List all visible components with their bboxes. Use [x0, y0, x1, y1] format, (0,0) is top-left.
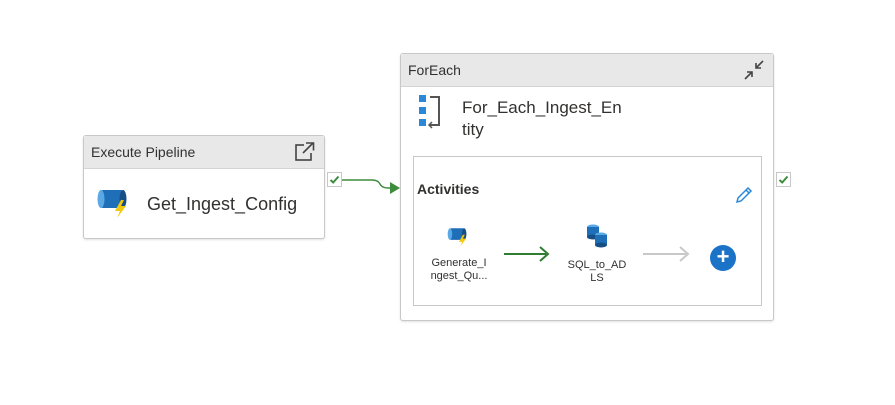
- success-connector: [342, 179, 398, 189]
- pipeline-canvas[interactable]: Execute Pipeline Get_Ingest_Config ForEa…: [0, 0, 895, 405]
- plus-icon: +: [716, 244, 730, 269]
- activity-name: For_Each_Ingest_Entity: [462, 98, 622, 139]
- foreach-icon: [417, 93, 443, 134]
- activity-header: Execute Pipeline: [84, 136, 324, 169]
- open-external-icon[interactable]: [294, 141, 316, 163]
- success-output-handle[interactable]: [327, 172, 342, 187]
- add-activity-button[interactable]: +: [710, 245, 736, 271]
- inner-activity-generate-ingest[interactable]: Generate_I ngest_Qu...: [423, 225, 495, 283]
- execute-pipeline-activity[interactable]: Execute Pipeline Get_Ingest_Config: [83, 135, 325, 239]
- activity-type-label: Execute Pipeline: [91, 144, 196, 160]
- activity-body: Get_Ingest_Config: [84, 169, 324, 239]
- foreach-title-row: For_Each_Ingest_Entity: [401, 87, 773, 147]
- activity-name: Get_Ingest_Config: [147, 193, 298, 214]
- activities-container[interactable]: Activities Generate_I ngest_Qu... SQL_to…: [413, 156, 762, 306]
- execute-pipeline-icon: [97, 185, 133, 224]
- inner-activity-label: SQL_to_AD LS: [561, 259, 633, 285]
- activity-header: ForEach: [401, 54, 773, 87]
- copy-data-icon: [561, 223, 633, 253]
- success-arrowhead: [390, 182, 400, 194]
- collapse-icon[interactable]: [743, 59, 765, 81]
- label-line-1: SQL_to_AD: [567, 259, 627, 271]
- inner-activity-sql-to-adls[interactable]: SQL_to_AD LS: [561, 223, 633, 285]
- execute-pipeline-icon: [423, 225, 495, 251]
- foreach-activity[interactable]: ForEach For_Each_Ingest_Entity Activitie…: [400, 53, 774, 321]
- label-line-1: Generate_I: [431, 257, 487, 269]
- activity-type-label: ForEach: [408, 62, 461, 78]
- inner-activity-label: Generate_I ngest_Qu...: [423, 257, 495, 283]
- label-line-2: LS: [590, 272, 604, 284]
- label-line-2: ngest_Qu...: [430, 270, 488, 282]
- success-output-handle[interactable]: [776, 172, 791, 187]
